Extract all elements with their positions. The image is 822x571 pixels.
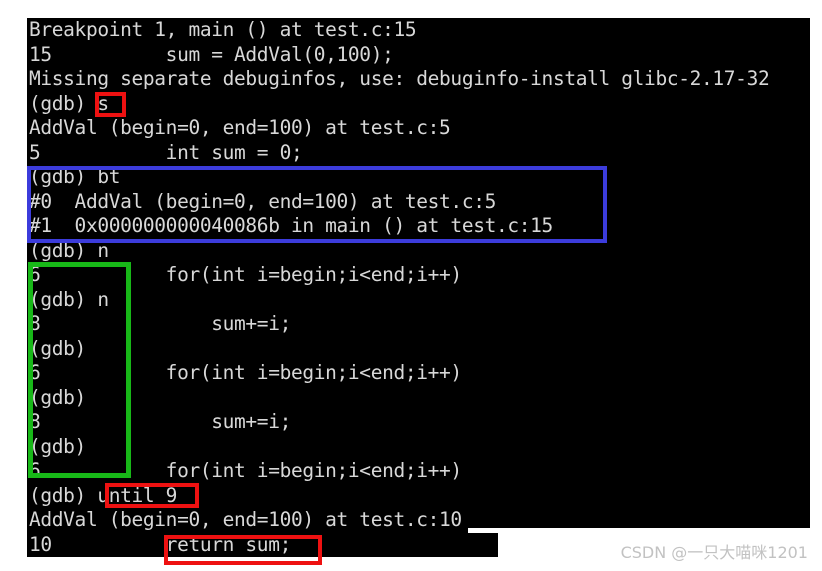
- terminal-line: Breakpoint 1, main () at test.c:15: [27, 18, 423, 43]
- terminal-line: 6 for(int i=begin;i<end;i++): [27, 459, 468, 484]
- terminal-line: (gdb) s: [27, 91, 115, 116]
- terminal-line: 15 sum = AddVal(0,100);: [27, 42, 400, 67]
- terminal-line: (gdb) n: [27, 238, 115, 263]
- terminal-output-area[interactable]: Breakpoint 1, main () at test.c:15 15 su…: [27, 18, 810, 557]
- terminal-line: (gdb) until 9: [27, 483, 184, 508]
- gdb-terminal-screenshot: Breakpoint 1, main () at test.c:15 15 su…: [0, 0, 822, 571]
- terminal-line: (gdb): [27, 434, 92, 459]
- terminal-line: (gdb): [27, 385, 92, 410]
- terminal-line: 5 int sum = 0;: [27, 140, 309, 165]
- terminal-line: (gdb): [27, 336, 92, 361]
- terminal-line: AddVal (begin=0, end=100) at test.c:10: [27, 508, 468, 533]
- terminal-line: (gdb) n: [27, 287, 115, 312]
- terminal-line: (gdb) bt: [27, 165, 127, 190]
- terminal-line: 8 sum+=i;: [27, 410, 297, 435]
- terminal-line: AddVal (begin=0, end=100) at test.c:5: [27, 116, 457, 141]
- terminal-line: 8 sum+=i;: [27, 312, 297, 337]
- terminal-line: Missing separate debuginfos, use: debugi…: [27, 67, 776, 92]
- terminal-line: #1 0x000000000040086b in main () at test…: [27, 214, 559, 239]
- terminal-line: 6 for(int i=begin;i<end;i++): [27, 263, 468, 288]
- terminal-line: #0 AddVal (begin=0, end=100) at test.c:5: [27, 189, 502, 214]
- csdn-watermark: CSDN @一只大喵咪1201: [620, 543, 808, 562]
- terminal-line: 6 for(int i=begin;i<end;i++): [27, 361, 468, 386]
- terminal-line: 10 return sum;: [27, 532, 498, 557]
